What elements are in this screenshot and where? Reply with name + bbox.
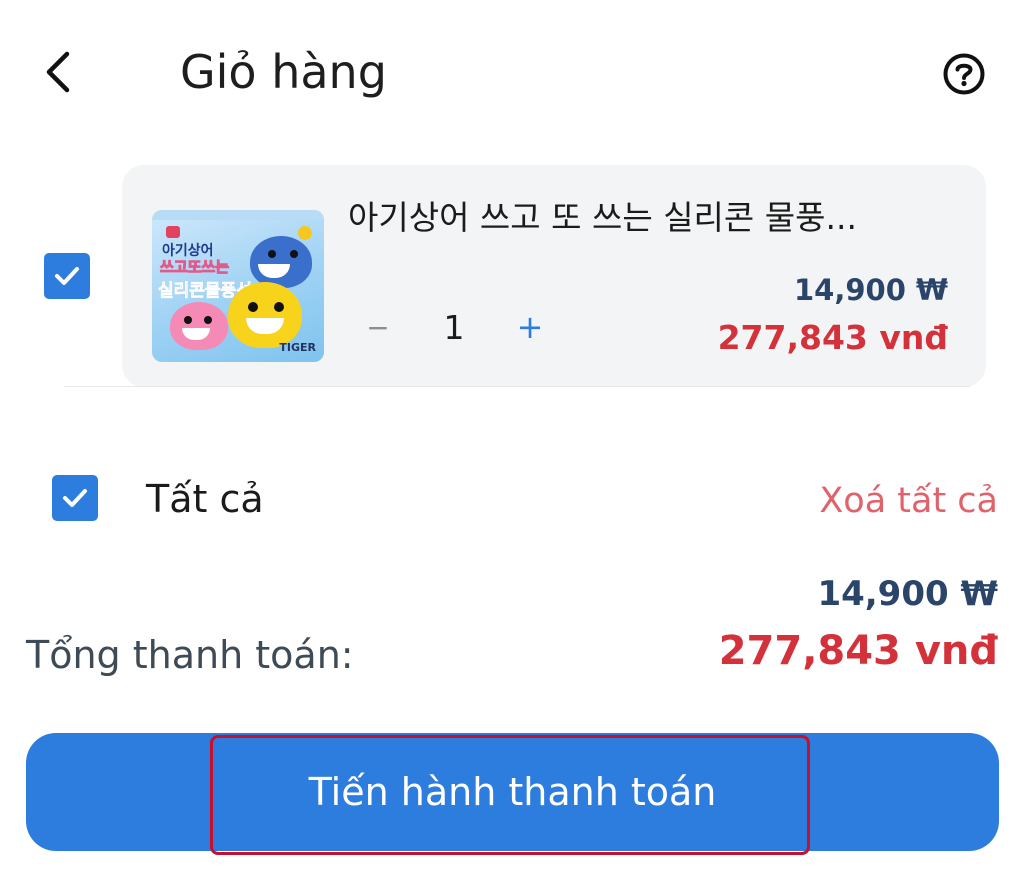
quantity-stepper: − 1 + [358,305,550,349]
pink-shark-illustration [170,302,228,350]
yellow-shark-illustration [228,282,302,348]
checkmark-icon [55,267,79,285]
product-thumbnail[interactable]: 아기상어 쓰고또쓰는 실리콘물풍선 TIGER [152,210,324,362]
total-label: Tổng thanh toán: [26,633,354,677]
item-checkbox[interactable] [44,253,90,299]
total-price-vnd: 277,843 vnđ [718,628,998,674]
select-all-checkbox[interactable] [52,475,98,521]
thumbnail-brand: TIGER [279,341,316,354]
total-price-krw: 14,900 ₩ [817,574,998,614]
item-price-krw: 14,900 ₩ [794,273,948,307]
delete-all-button[interactable]: Xoá tất cả [819,478,998,524]
age-badge-icon [298,226,312,240]
question-circle-icon [943,53,985,95]
help-button[interactable] [940,50,988,98]
page-title: Giỏ hàng [180,45,387,99]
chevron-left-icon [46,51,70,93]
quantity-value: 1 [443,307,465,347]
divider [64,386,970,387]
decrease-quantity-button[interactable]: − [358,311,398,344]
cart-item-card: 아기상어 쓰고또쓰는 실리콘물풍선 TIGER 아기상어 쓰고 또 쓰는 실리콘… [122,165,986,387]
select-all-label[interactable]: Tất cả [146,474,264,524]
brand-logo-icon [166,226,180,238]
checkout-button-label: Tiến hành thanh toán [308,770,717,814]
checkout-button[interactable]: Tiến hành thanh toán [26,733,999,851]
item-price-vnd: 277,843 vnđ [717,318,948,357]
increase-quantity-button[interactable]: + [510,308,550,346]
checkmark-icon [63,489,87,507]
thumbnail-title-line2: 쓰고또쓰는 [159,258,230,277]
blue-shark-illustration [250,236,312,288]
back-button[interactable] [30,40,86,104]
product-name[interactable]: 아기상어 쓰고 또 쓰는 실리콘 물풍... [348,195,968,241]
